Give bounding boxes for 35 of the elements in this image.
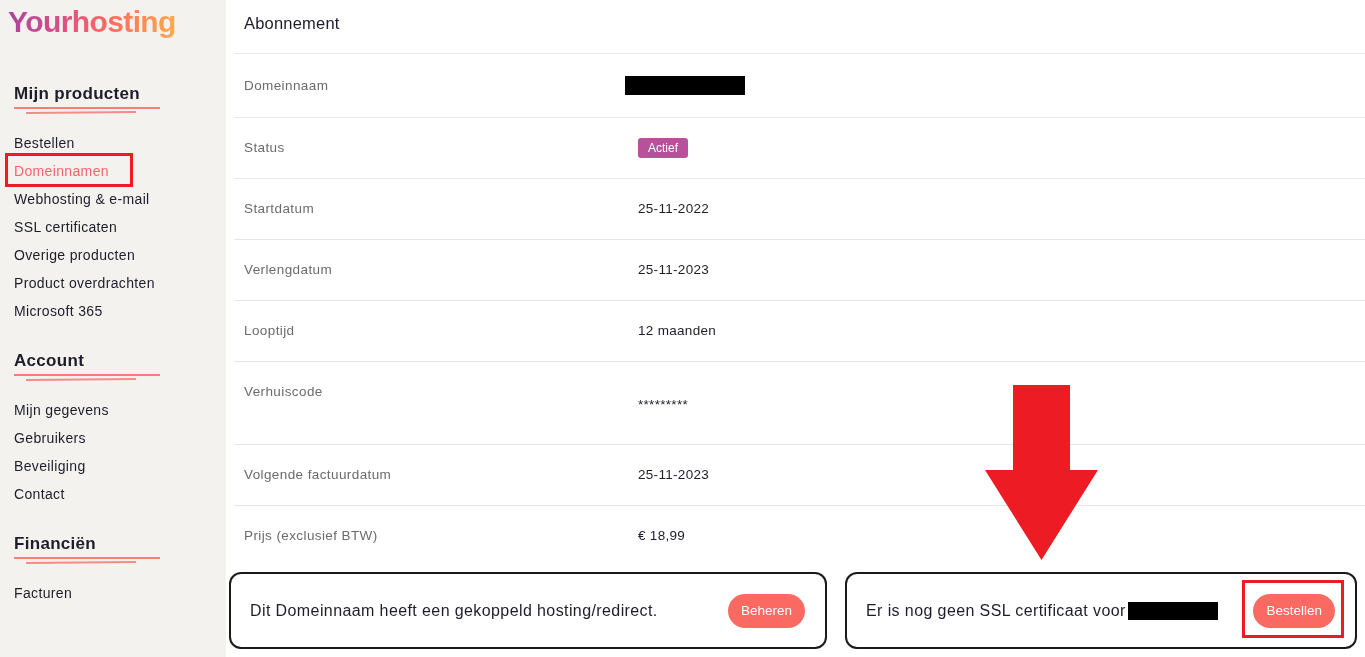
sidebar-item[interactable]: Gebruikers	[14, 429, 86, 447]
field-value: 12 maanden	[638, 323, 717, 339]
field-label: Volgende factuurdatum	[244, 467, 392, 483]
section-title: Abonnement	[244, 13, 340, 33]
sidebar-item[interactable]: Product overdrachten	[14, 274, 155, 292]
sidebar-item[interactable]: Webhosting & e-mail	[14, 190, 150, 208]
brush-underline-icon	[14, 555, 160, 565]
sidebar-item[interactable]: Contact	[14, 485, 65, 503]
field-value: € 18,99	[638, 528, 686, 544]
masked-value: *********	[638, 397, 688, 413]
field-label: Verhuiscode	[244, 384, 323, 400]
field-value: 25-11-2023	[638, 467, 710, 483]
sidebar-item[interactable]: Overige producten	[14, 246, 136, 264]
field-value: 25-11-2022	[638, 201, 710, 217]
brush-underline-icon	[14, 372, 160, 382]
section-heading: Financiën	[14, 534, 97, 554]
field-value: 25-11-2023	[638, 262, 710, 278]
field-label: Looptijd	[244, 323, 295, 339]
sidebar-item[interactable]: Beveiliging	[14, 457, 86, 475]
sidebar-item[interactable]: Microsoft 365	[14, 302, 103, 320]
notice-text: Er is nog geen SSL certificaat voor	[866, 601, 1126, 620]
field-label: Status	[244, 140, 285, 156]
brush-underline-icon	[14, 105, 160, 115]
sidebar-item[interactable]: Bestellen	[14, 134, 75, 152]
field-label: Verlengdatum	[244, 262, 333, 278]
field-label: Startdatum	[244, 201, 315, 217]
field-label: Domeinnaam	[244, 77, 329, 94]
section-heading: Mijn producten	[14, 84, 141, 104]
section-heading: Account	[14, 351, 85, 371]
notice-text: Dit Domeinnaam heeft een gekoppeld hosting/redirect.	[250, 601, 658, 620]
sidebar-item[interactable]: SSL certificaten	[14, 218, 118, 236]
field-label: Prijs (exclusief BTW)	[244, 528, 378, 544]
sidebar-item[interactable]: Facturen	[14, 584, 73, 602]
sidebar-item[interactable]: Mijn gegevens	[14, 401, 109, 419]
status-badge: Actief	[638, 138, 688, 158]
